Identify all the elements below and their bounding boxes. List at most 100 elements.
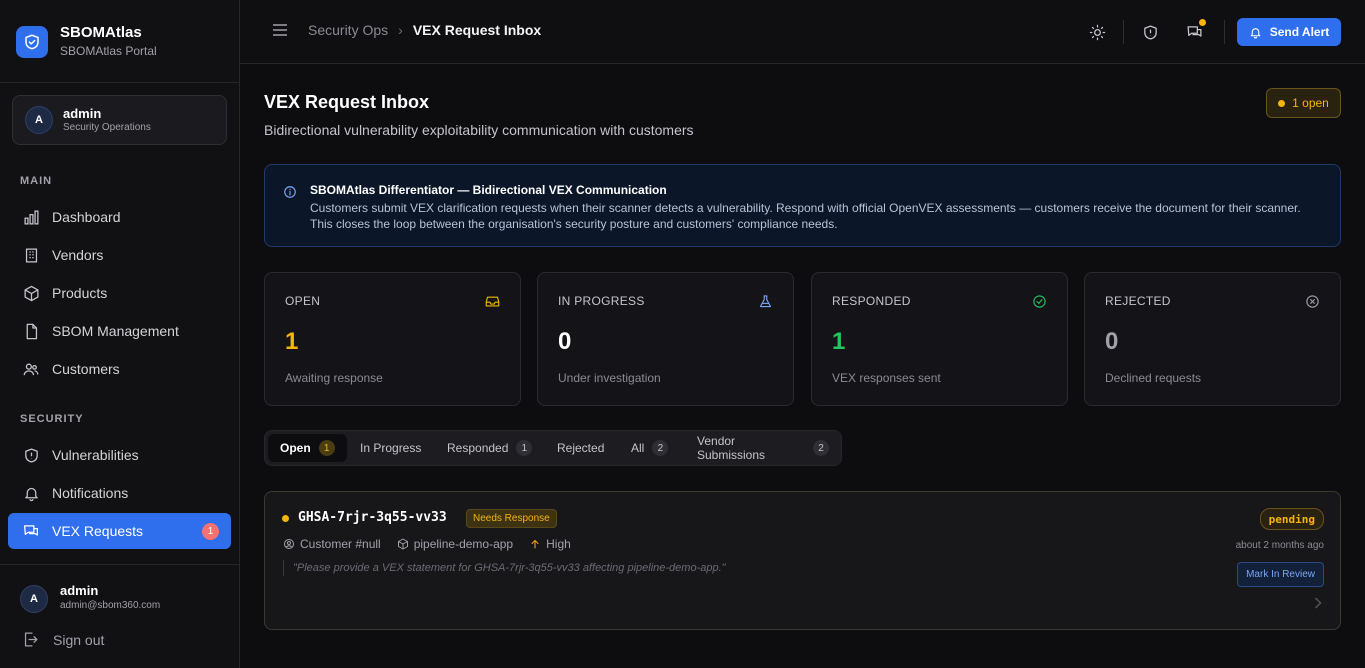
needs-response-badge: Needs Response <box>466 509 557 528</box>
sidebar-item-vulnerabilities[interactable]: Vulnerabilities <box>8 437 231 473</box>
arrow-up-icon <box>531 539 539 549</box>
sign-out-label: Sign out <box>53 631 105 648</box>
severity-meta: High <box>529 537 571 551</box>
tab-count: 1 <box>516 440 533 456</box>
info-icon <box>283 185 297 204</box>
stat-value: 1 <box>285 328 299 355</box>
stat-description: VEX responses sent <box>832 371 941 385</box>
sidebar-item-vendors[interactable]: Vendors <box>8 237 231 273</box>
sidebar-item-label: VEX Requests <box>52 523 144 539</box>
request-meta: Customer #null pipeline-demo-app High <box>283 537 587 551</box>
user-name: admin <box>60 583 99 598</box>
tab-in-progress[interactable]: In Progress <box>348 434 433 462</box>
cube-icon <box>22 284 40 302</box>
info-body: Customers submit VEX clarification reque… <box>310 201 1301 231</box>
section-label-main: MAIN <box>20 175 53 187</box>
sidebar-item-label: Vendors <box>52 247 104 263</box>
tab-label: Vendor Submissions <box>697 434 766 462</box>
tab-count: 2 <box>652 440 669 456</box>
breadcrumb-parent[interactable]: Security Ops <box>308 22 388 38</box>
menu-icon[interactable] <box>272 23 288 42</box>
tab-all[interactable]: All 2 <box>619 434 680 462</box>
stat-description: Declined requests <box>1105 371 1202 385</box>
mark-in-review-button[interactable]: Mark In Review <box>1237 562 1324 587</box>
tab-label: Open <box>280 441 311 455</box>
product-name: pipeline-demo-app <box>413 537 514 551</box>
user-card[interactable]: A admin Security Operations <box>12 95 227 145</box>
sidebar-item-vex-requests[interactable]: VEX Requests 1 <box>8 513 231 549</box>
stat-label: IN PROGRESS <box>558 294 645 308</box>
section-label-security: SECURITY <box>20 413 84 425</box>
sidebar-item-notifications[interactable]: Notifications <box>8 475 231 511</box>
sidebar: SBOMAtlas SBOMAtlas Portal A admin Secur… <box>0 0 240 668</box>
cube-icon <box>397 538 408 550</box>
breadcrumb-separator: › <box>398 22 403 38</box>
sidebar-item-customers[interactable]: Customers <box>8 351 231 387</box>
avatar: A <box>20 584 48 613</box>
bell-icon <box>22 484 40 502</box>
send-alert-button[interactable]: Send Alert <box>1237 18 1341 46</box>
divider <box>1224 20 1225 44</box>
chevron-right-icon[interactable] <box>1314 596 1322 614</box>
status-dot <box>282 515 289 522</box>
flask-icon <box>758 294 773 314</box>
stat-card-open: OPEN 1 Awaiting response <box>264 272 521 406</box>
chat-icon[interactable] <box>1184 19 1206 42</box>
inbox-icon <box>485 294 500 314</box>
sidebar-item-dashboard[interactable]: Dashboard <box>8 199 231 235</box>
building-icon <box>22 246 40 264</box>
request-message: "Please provide a VEX statement for GHSA… <box>293 562 726 574</box>
advisory-id: GHSA-7rjr-3q55-vv33 <box>298 510 447 525</box>
divider <box>1123 20 1124 44</box>
divider <box>0 564 239 565</box>
vex-request-card[interactable]: GHSA-7rjr-3q55-vv33 Needs Response Custo… <box>264 491 1341 630</box>
sidebar-item-products[interactable]: Products <box>8 275 231 311</box>
page-title: VEX Request Inbox <box>264 92 430 112</box>
bell-icon <box>1250 27 1261 38</box>
sidebar-item-label: Vulnerabilities <box>52 447 139 463</box>
divider <box>0 82 239 83</box>
stat-value: 0 <box>558 328 572 355</box>
top-header: Security Ops › VEX Request Inbox Send Al… <box>240 0 1365 64</box>
sidebar-item-label: SBOM Management <box>52 323 179 339</box>
theme-toggle-icon[interactable] <box>1087 22 1107 42</box>
users-icon <box>22 360 40 378</box>
info-title: SBOMAtlas Differentiator — Bidirectional… <box>310 183 667 197</box>
account-menu[interactable]: A admin admin@sbom360.com <box>20 583 160 614</box>
sidebar-item-label: Notifications <box>52 485 129 501</box>
stat-description: Awaiting response <box>285 371 383 385</box>
product-meta: pipeline-demo-app <box>397 537 513 551</box>
send-alert-label: Send Alert <box>1269 25 1330 39</box>
severity-label: High <box>546 537 571 551</box>
tab-responded[interactable]: Responded 1 <box>435 434 544 462</box>
open-count-badge: 1 open <box>1266 88 1341 118</box>
tab-count: 2 <box>813 440 829 456</box>
sign-out-button[interactable]: Sign out <box>22 631 104 648</box>
breadcrumb-current: VEX Request Inbox <box>412 22 542 38</box>
stat-label: RESPONDED <box>832 294 911 308</box>
chat-icon <box>22 522 40 540</box>
shield-check-icon <box>16 26 48 58</box>
sidebar-item-label: Products <box>52 285 108 301</box>
notification-badge: 1 <box>202 523 219 540</box>
check-circle-icon <box>1032 294 1047 314</box>
sidebar-item-label: Customers <box>52 361 120 377</box>
shield-alert-icon <box>22 446 40 464</box>
user-name: admin <box>63 105 102 121</box>
customer-name: Customer #null <box>300 537 381 551</box>
tab-open[interactable]: Open 1 <box>268 434 347 462</box>
shield-alert-icon[interactable] <box>1140 22 1160 42</box>
brand[interactable]: SBOMAtlas SBOMAtlas Portal <box>16 24 157 60</box>
user-email: admin@sbom360.com <box>60 600 161 611</box>
tab-label: Responded <box>447 441 509 455</box>
stat-card-rejected: REJECTED 0 Declined requests <box>1084 272 1341 406</box>
stat-value: 0 <box>1105 328 1119 355</box>
logout-icon <box>22 631 39 648</box>
tab-rejected[interactable]: Rejected <box>545 434 616 462</box>
tab-label: Rejected <box>557 441 605 455</box>
sidebar-item-sbom-management[interactable]: SBOM Management <box>8 313 231 349</box>
tab-vendor-submissions[interactable]: Vendor Submissions 2 <box>685 434 841 462</box>
stat-label: OPEN <box>285 294 321 308</box>
chart-bars-icon <box>22 208 40 226</box>
tab-count: 1 <box>318 440 335 456</box>
